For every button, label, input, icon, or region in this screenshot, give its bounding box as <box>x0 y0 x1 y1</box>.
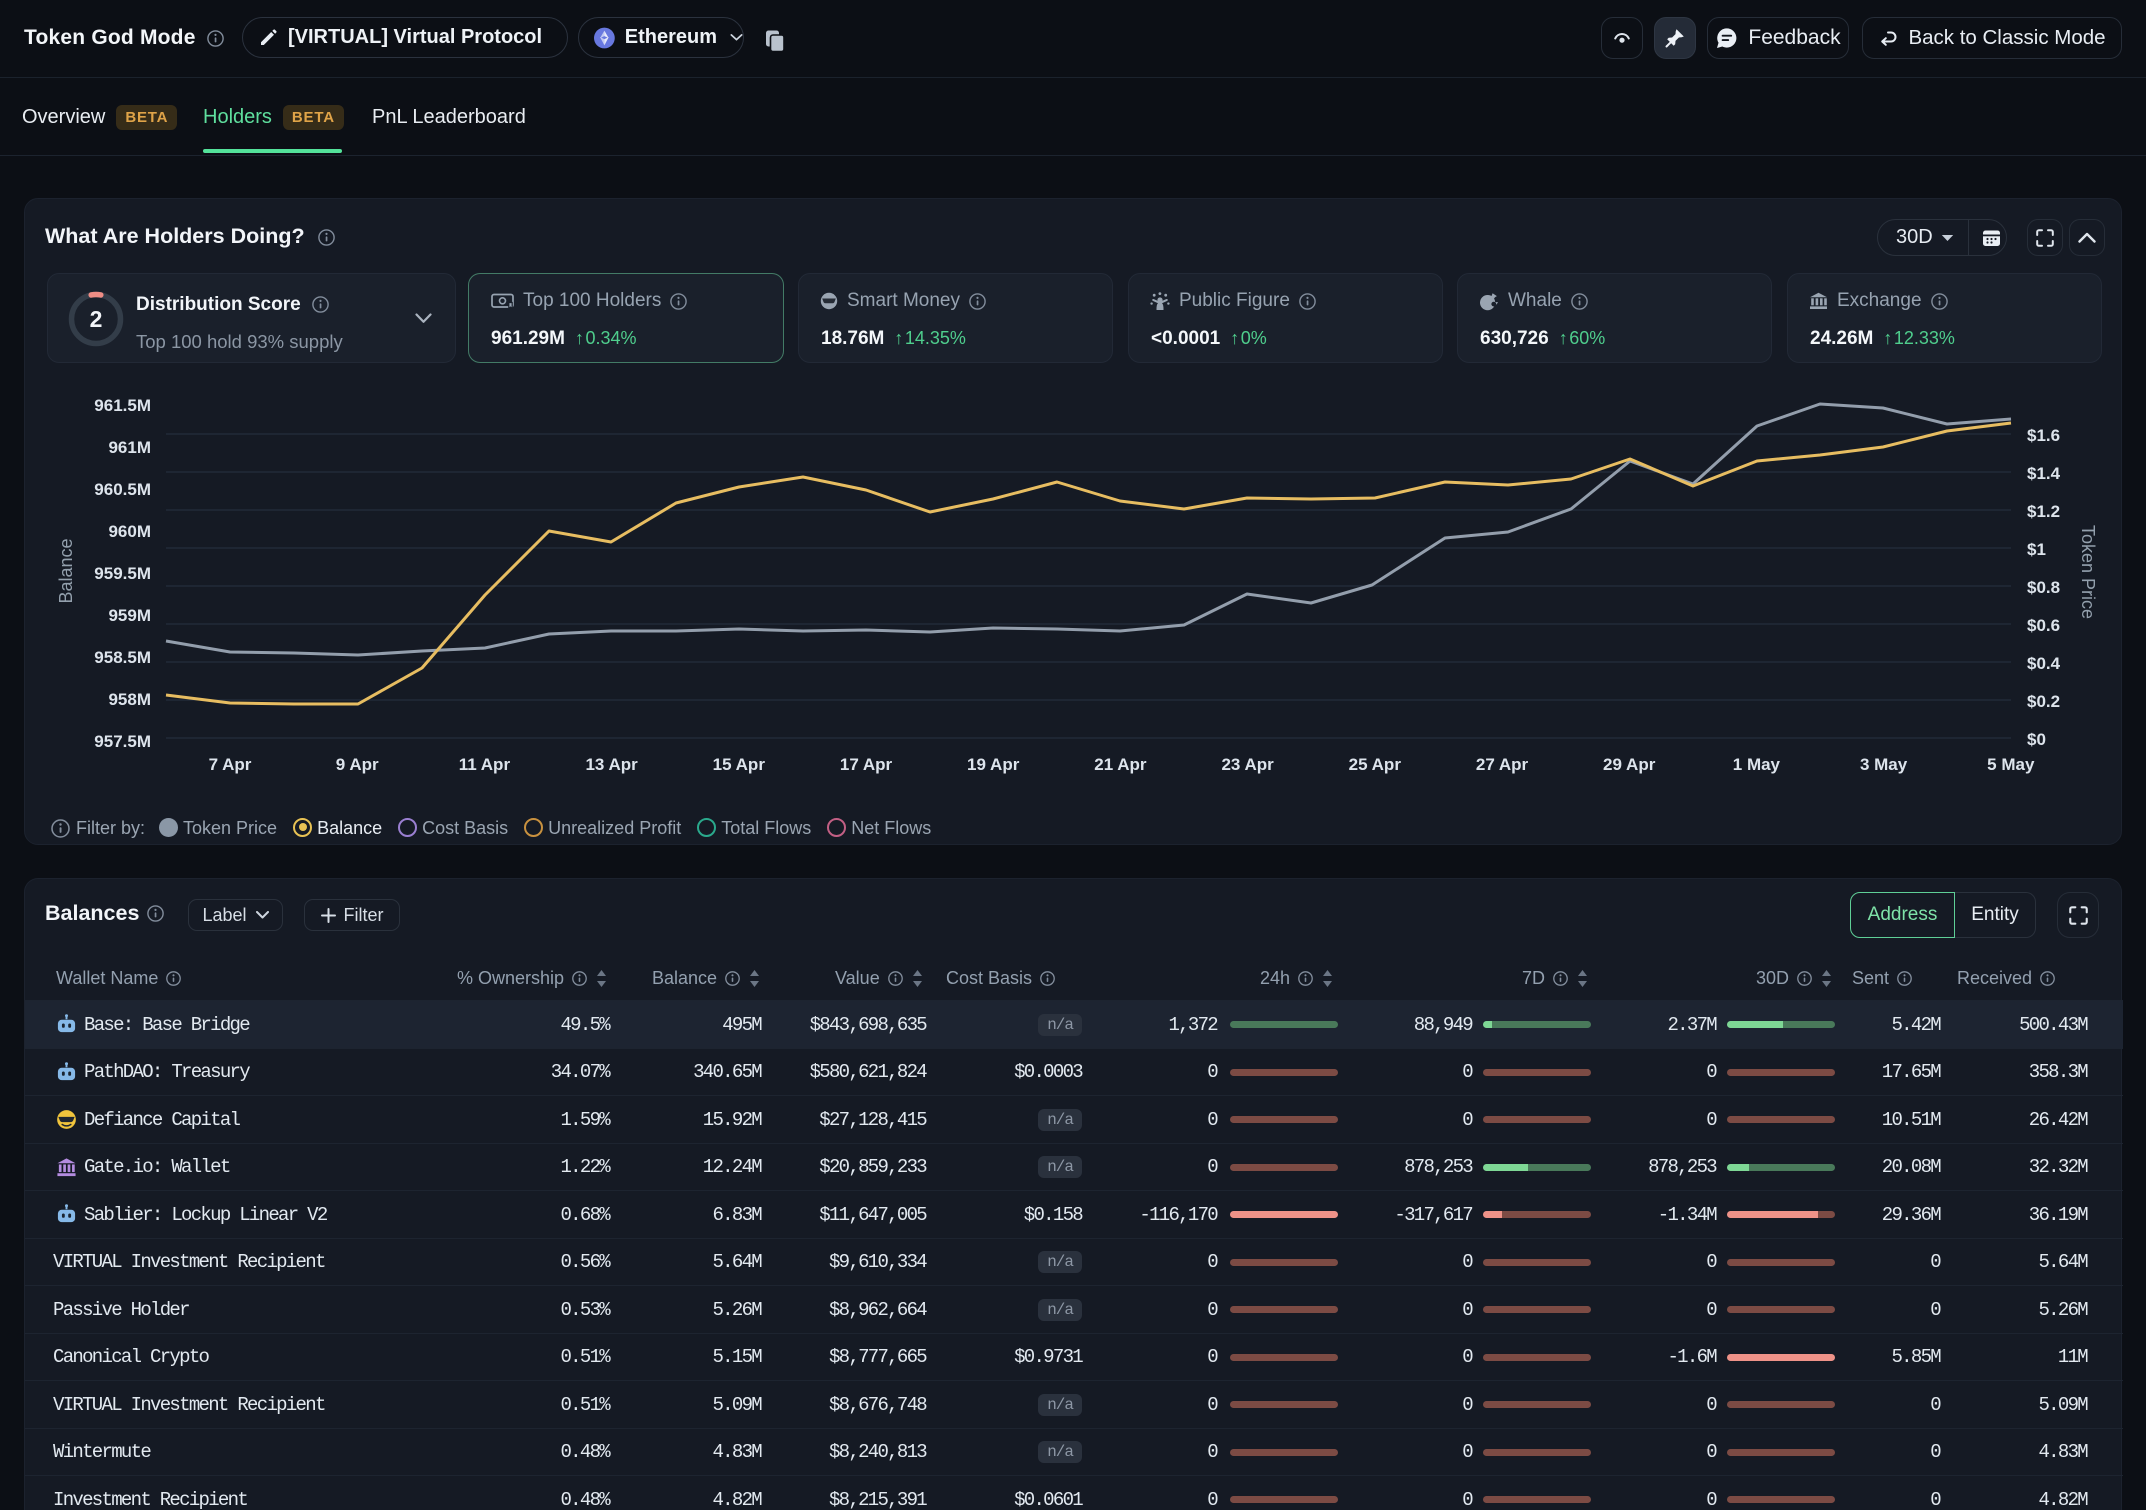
svg-text:960M: 960M <box>108 522 151 541</box>
svg-text:23 Apr: 23 Apr <box>1221 755 1274 774</box>
svg-text:29 Apr: 29 Apr <box>1603 755 1656 774</box>
svg-text:961M: 961M <box>108 438 151 457</box>
svg-text:3 May: 3 May <box>1860 755 1908 774</box>
svg-text:17 Apr: 17 Apr <box>840 755 893 774</box>
svg-text:961.5M: 961.5M <box>94 396 151 415</box>
svg-text:960.5M: 960.5M <box>94 480 151 499</box>
svg-text:Balance: Balance <box>56 538 76 603</box>
svg-text:$0.8: $0.8 <box>2027 578 2060 597</box>
svg-text:27 Apr: 27 Apr <box>1476 755 1529 774</box>
svg-text:2: 2 <box>90 306 103 332</box>
svg-text:$1: $1 <box>2027 540 2046 559</box>
svg-text:959.5M: 959.5M <box>94 564 151 583</box>
svg-text:25 Apr: 25 Apr <box>1349 755 1402 774</box>
svg-text:$1.2: $1.2 <box>2027 502 2060 521</box>
svg-text:15 Apr: 15 Apr <box>713 755 766 774</box>
svg-text:$1.4: $1.4 <box>2027 464 2061 483</box>
svg-text:$0.4: $0.4 <box>2027 654 2061 673</box>
svg-text:$0.6: $0.6 <box>2027 616 2060 635</box>
svg-text:19 Apr: 19 Apr <box>967 755 1020 774</box>
svg-text:$1.6: $1.6 <box>2027 426 2060 445</box>
svg-text:13 Apr: 13 Apr <box>585 755 638 774</box>
svg-text:Token Price: Token Price <box>2078 525 2098 619</box>
svg-text:$0.2: $0.2 <box>2027 692 2060 711</box>
svg-text:5 May: 5 May <box>1987 755 2035 774</box>
svg-text:958.5M: 958.5M <box>94 648 151 667</box>
svg-text:9 Apr: 9 Apr <box>336 755 379 774</box>
svg-text:$0: $0 <box>2027 730 2046 749</box>
svg-text:958M: 958M <box>108 690 151 709</box>
svg-text:1 May: 1 May <box>1733 755 1781 774</box>
svg-text:11 Apr: 11 Apr <box>459 755 511 774</box>
svg-text:7 Apr: 7 Apr <box>209 755 252 774</box>
svg-text:21 Apr: 21 Apr <box>1094 755 1147 774</box>
svg-text:957.5M: 957.5M <box>94 732 151 751</box>
svg-text:959M: 959M <box>108 606 151 625</box>
